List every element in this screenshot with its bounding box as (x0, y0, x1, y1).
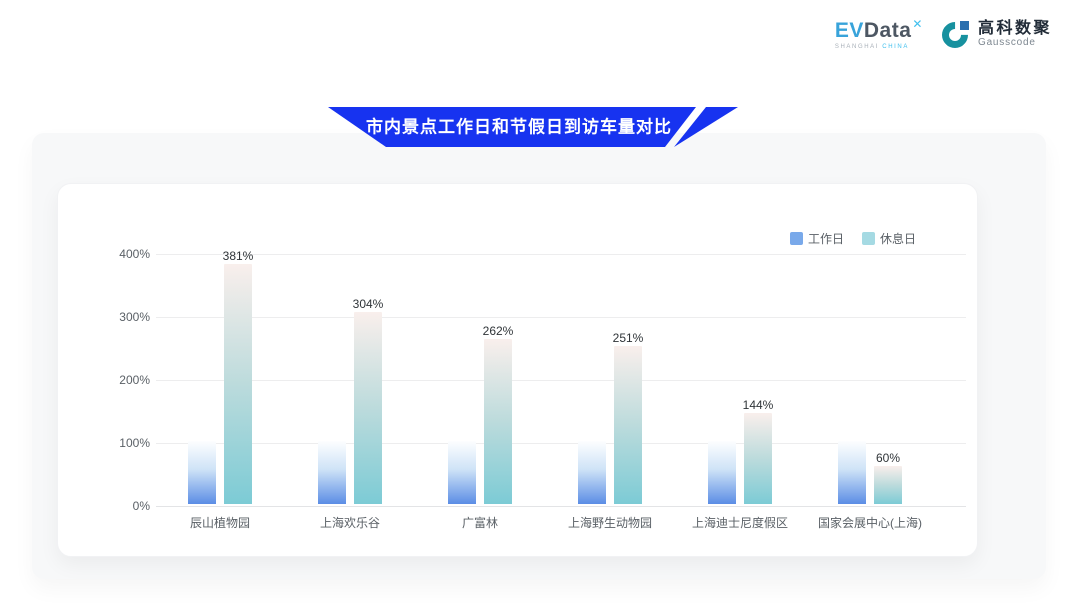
title-banner: 市内景点工作日和节假日到访车量对比 (328, 104, 738, 148)
bar-value-label: 251% (596, 331, 660, 345)
y-axis-tick-label: 400% (98, 247, 150, 261)
bar-工作日[interactable] (318, 441, 346, 504)
bar-工作日[interactable] (578, 441, 606, 504)
evdata-wordmark: EVData✕ (835, 18, 923, 41)
legend-swatch (862, 232, 875, 245)
evdata-ev-text: EV (835, 19, 864, 42)
x-axis-category-label: 国家会展中心(上海) (795, 514, 945, 531)
bar-工作日[interactable] (448, 441, 476, 504)
x-axis-line (156, 506, 966, 507)
chart-legend: 工作日 休息日 (790, 230, 916, 247)
dashboard-page: EVData✕ SHANGHAI CHINA 高科数聚 Gausscode 市内… (0, 0, 1080, 608)
header-logos: EVData✕ SHANGHAI CHINA 高科数聚 Gausscode (835, 18, 1052, 50)
bar-休息日[interactable] (614, 346, 642, 504)
evdata-logo: EVData✕ SHANGHAI CHINA (835, 18, 923, 50)
x-axis-category-label: 上海欢乐谷 (275, 514, 425, 531)
gausscode-cn-name: 高科数聚 (978, 20, 1052, 38)
evdata-data-text: Data (864, 19, 912, 42)
bar-休息日[interactable] (744, 413, 772, 504)
y-axis-tick-label: 0% (98, 499, 150, 513)
gausscode-icon (941, 19, 971, 49)
gausscode-en-name: Gausscode (978, 37, 1052, 48)
x-axis-category-label: 辰山植物园 (145, 514, 295, 531)
legend-swatch (790, 232, 803, 245)
gausscode-logo: 高科数聚 Gausscode (941, 19, 1052, 49)
y-axis-tick-label: 100% (98, 436, 150, 450)
bar-休息日[interactable] (874, 466, 902, 504)
page-title: 市内景点工作日和节假日到访车量对比 (328, 113, 710, 138)
y-axis-tick-label: 300% (98, 310, 150, 324)
bar-value-label: 304% (336, 297, 400, 311)
gridline (156, 254, 966, 255)
bar-休息日[interactable] (354, 312, 382, 504)
bar-工作日[interactable] (708, 441, 736, 504)
legend-item-工作日[interactable]: 工作日 (790, 230, 844, 247)
legend-item-休息日[interactable]: 休息日 (862, 230, 916, 247)
x-axis-category-label: 上海迪士尼度假区 (665, 514, 815, 531)
bar-工作日[interactable] (188, 441, 216, 504)
x-axis-category-label: 上海野生动物园 (535, 514, 685, 531)
evdata-x-icon: ✕ (912, 17, 923, 31)
bar-value-label: 381% (206, 249, 270, 263)
bar-休息日[interactable] (224, 264, 252, 504)
chart-card: 0% 100% 200% 300% 400% 辰山植物园 381% 上海欢乐谷 304% 广富林 2… (57, 183, 978, 557)
bar-休息日[interactable] (484, 339, 512, 504)
gridline (156, 380, 966, 381)
x-axis-category-label: 广富林 (405, 514, 555, 531)
bar-value-label: 144% (726, 398, 790, 412)
legend-label: 休息日 (880, 230, 916, 247)
gridline (156, 317, 966, 318)
bar-value-label: 262% (466, 324, 530, 338)
evdata-subtext: SHANGHAI CHINA (835, 44, 923, 50)
y-axis-tick-label: 200% (98, 373, 150, 387)
legend-label: 工作日 (808, 230, 844, 247)
bar-value-label: 60% (856, 451, 920, 465)
